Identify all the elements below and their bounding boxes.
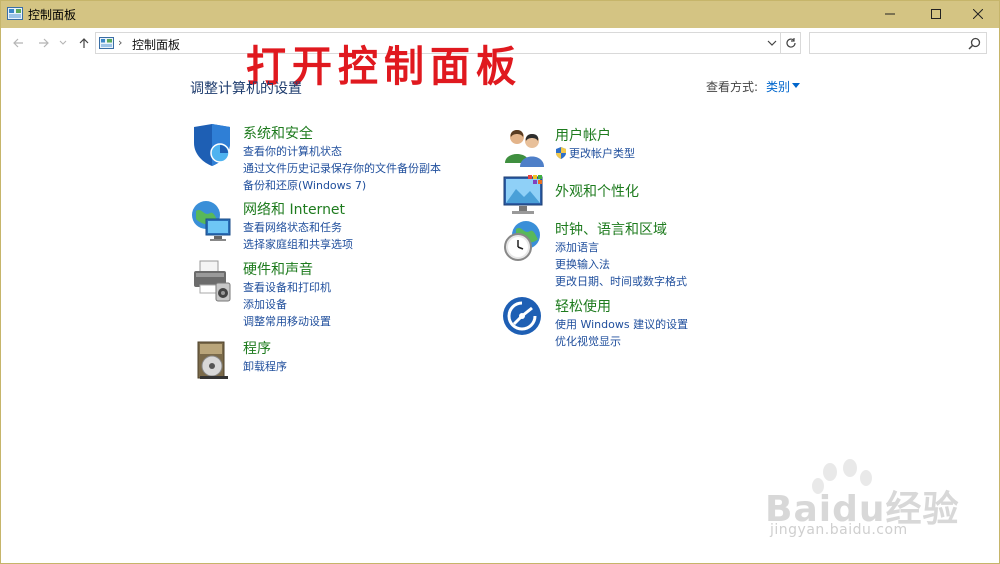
shield-security-icon[interactable] [190, 123, 234, 167]
minimize-button[interactable] [868, 0, 912, 28]
window-title: 控制面板 [28, 8, 77, 22]
link-uninstall-program[interactable]: 卸载程序 [243, 358, 287, 375]
users-icon[interactable] [502, 125, 546, 169]
category-programs: 程序 卸载程序 [190, 338, 490, 383]
arrow-up-icon [79, 38, 89, 48]
link-date-time-format[interactable]: 更改日期、时间或数字格式 [555, 273, 687, 290]
link-backup-restore[interactable]: 备份和还原(Windows 7) [243, 177, 441, 194]
link-optimize-visual-display[interactable]: 优化视觉显示 [555, 333, 688, 350]
recent-locations-button[interactable] [58, 35, 68, 51]
clock-globe-icon[interactable] [502, 219, 546, 263]
refresh-icon [785, 38, 796, 48]
link-add-device[interactable]: 添加设备 [243, 296, 331, 313]
category-hardware-sound: 硬件和声音 查看设备和打印机 添加设备 调整常用移动设置 [190, 259, 490, 331]
ease-of-access-icon[interactable] [502, 296, 546, 340]
category-appearance: 外观和个性化 [502, 173, 802, 214]
category-title[interactable]: 轻松使用 [555, 296, 611, 316]
refresh-button[interactable] [781, 32, 801, 54]
link-label: 更改帐户类型 [569, 147, 635, 160]
monitor-appearance-icon[interactable] [502, 173, 546, 217]
category-title[interactable]: 用户帐户 [555, 125, 611, 145]
back-button[interactable] [10, 35, 26, 51]
category-title[interactable]: 外观和个性化 [555, 181, 639, 201]
maximize-icon [931, 9, 941, 19]
category-title[interactable]: 程序 [243, 338, 271, 358]
search-box[interactable] [809, 32, 987, 54]
control-panel-icon [7, 7, 23, 20]
control-panel-icon [99, 37, 114, 49]
category-clock-language-region: 时钟、语言和区域 添加语言 更换输入法 更改日期、时间或数字格式 [502, 219, 802, 289]
printer-hardware-icon[interactable] [190, 259, 234, 303]
category-title[interactable]: 硬件和声音 [243, 259, 313, 279]
breadcrumb-control-panel[interactable]: 控制面板 [132, 36, 180, 53]
network-globe-icon[interactable] [190, 199, 234, 243]
link-mobility-settings[interactable]: 调整常用移动设置 [243, 313, 331, 330]
category-title[interactable]: 网络和 Internet [243, 199, 345, 219]
close-button[interactable] [956, 0, 1000, 28]
arrow-left-icon [13, 38, 23, 48]
category-user-accounts: 用户帐户 更改帐户类型 [502, 125, 802, 167]
category-ease-of-access: 轻松使用 使用 Windows 建议的设置 优化视觉显示 [502, 296, 802, 348]
link-network-status[interactable]: 查看网络状态和任务 [243, 219, 353, 236]
watermark-url: jingyan.baidu.com [770, 522, 908, 538]
arrow-right-icon [39, 38, 49, 48]
link-add-language[interactable]: 添加语言 [555, 239, 687, 256]
programs-disc-icon[interactable] [190, 338, 234, 382]
link-devices-printers[interactable]: 查看设备和打印机 [243, 279, 331, 296]
close-icon [973, 9, 983, 19]
link-view-computer-status[interactable]: 查看你的计算机状态 [243, 143, 441, 160]
title-bar[interactable]: 控制面板 [0, 0, 1000, 28]
view-by-label: 查看方式: [706, 80, 759, 94]
breadcrumb-separator-icon[interactable]: › [118, 36, 122, 49]
forward-button[interactable] [36, 35, 52, 51]
category-title[interactable]: 时钟、语言和区域 [555, 219, 667, 239]
category-network-internet: 网络和 Internet 查看网络状态和任务 选择家庭组和共享选项 [190, 199, 490, 254]
link-file-history-backup[interactable]: 通过文件历史记录保存你的文件备份副本 [243, 160, 441, 177]
search-input[interactable] [814, 35, 964, 51]
link-change-account-type[interactable]: 更改帐户类型 [555, 145, 635, 162]
link-change-input-method[interactable]: 更换输入法 [555, 256, 687, 273]
maximize-button[interactable] [914, 0, 958, 28]
chevron-down-icon [59, 40, 67, 45]
link-homegroup-sharing[interactable]: 选择家庭组和共享选项 [243, 236, 353, 253]
caret-down-icon[interactable] [792, 83, 800, 88]
chevron-down-icon[interactable] [767, 38, 777, 48]
minimize-icon [885, 13, 895, 15]
up-button[interactable] [76, 35, 92, 51]
category-system-security: 系统和安全 查看你的计算机状态 通过文件历史记录保存你的文件备份副本 备份和还原… [190, 123, 490, 193]
link-recommended-settings[interactable]: 使用 Windows 建议的设置 [555, 316, 688, 333]
view-by-dropdown[interactable]: 类别 [766, 78, 790, 95]
uac-shield-icon [556, 147, 566, 159]
category-title[interactable]: 系统和安全 [243, 123, 313, 143]
page-title: 调整计算机的设置 [190, 81, 302, 97]
search-icon[interactable] [968, 37, 981, 50]
